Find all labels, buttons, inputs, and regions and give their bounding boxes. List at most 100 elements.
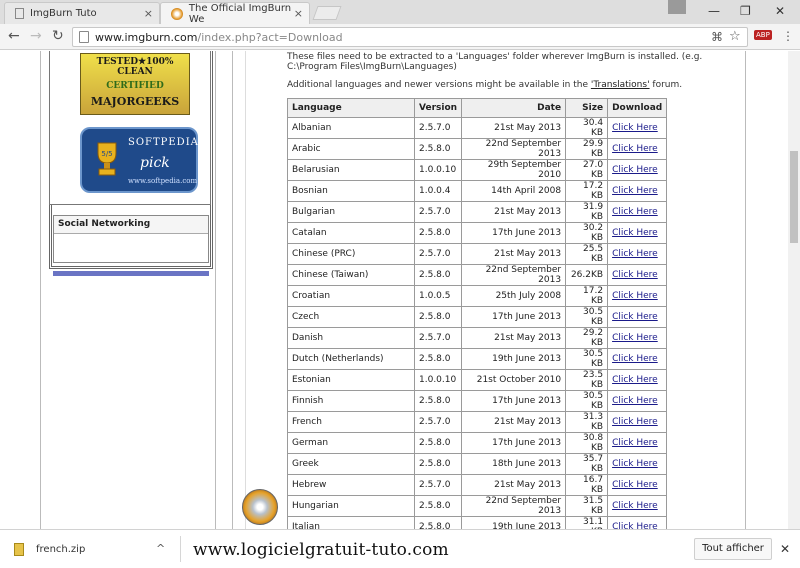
cell-date: 18th June 2013 — [461, 452, 567, 475]
cell-size: 30.5 KB — [565, 347, 609, 370]
tab-imgburn-tuto[interactable]: ImgBurn Tuto × — [4, 2, 160, 24]
softpedia-pick: pick — [140, 155, 170, 171]
cell-language: Hebrew — [287, 473, 415, 496]
click-here-link[interactable]: Click Here — [612, 270, 658, 280]
cell-size: 25.5 KB — [565, 242, 609, 265]
address-bar[interactable]: www.imgburn.com/index.php?act=Download ⌘… — [72, 27, 748, 47]
page-scrollbar[interactable] — [788, 51, 800, 529]
page-info-icon[interactable] — [79, 31, 89, 43]
tab-strip: ImgBurn Tuto × The Official ImgBurn We ×… — [0, 0, 800, 25]
cell-date: 17th June 2013 — [461, 431, 567, 454]
click-here-link[interactable]: Click Here — [612, 480, 658, 490]
click-here-link[interactable]: Click Here — [612, 312, 658, 322]
click-here-link[interactable]: Click Here — [612, 186, 658, 196]
table-row: French 2.5.7.0 21st May 2013 31.3 KB Click H… — [287, 410, 668, 433]
cell-size: 17.2 KB — [565, 179, 609, 202]
cell-version: 2.5.7.0 — [413, 473, 463, 496]
close-tab-icon[interactable]: × — [144, 7, 153, 20]
cell-size: 26.2KB — [565, 263, 609, 286]
col-download: Download — [607, 98, 668, 118]
cell-date: 22nd September 2013 — [461, 137, 567, 160]
show-all-button[interactable]: Tout afficher — [694, 538, 772, 560]
cell-download: Click Here — [607, 305, 668, 328]
shelf-separator — [180, 536, 181, 562]
cell-language: Estonian — [287, 368, 415, 391]
cell-download: Click Here — [607, 158, 668, 181]
click-here-link[interactable]: Click Here — [612, 459, 658, 469]
click-here-link[interactable]: Click Here — [612, 522, 658, 529]
languages-table-body: Albanian 2.5.7.0 21st May 2013 30.4 KB Click… — [287, 116, 668, 529]
click-here-link[interactable]: Click Here — [612, 123, 658, 133]
click-here-link[interactable]: Click Here — [612, 396, 658, 406]
scrollbar-thumb[interactable] — [790, 151, 798, 243]
translations-note-pre: Additional languages and newer versions … — [287, 80, 591, 90]
cell-version: 1.0.0.5 — [413, 284, 463, 307]
cell-date: 17th June 2013 — [461, 305, 567, 328]
back-icon[interactable]: ← — [8, 28, 20, 44]
star-icon[interactable]: ☆ — [729, 29, 741, 44]
translations-link[interactable]: 'Translations' — [591, 80, 650, 90]
table-row: Finnish 2.5.8.0 17th June 2013 30.5 KB Click… — [287, 389, 668, 412]
cell-language: Greek — [287, 452, 415, 475]
reload-icon[interactable]: ↻ — [52, 28, 64, 44]
cell-size: 27.0 KB — [565, 158, 609, 181]
click-here-link[interactable]: Click Here — [612, 144, 658, 154]
menu-icon[interactable]: ⋮ — [782, 29, 794, 43]
cell-version: 2.5.8.0 — [413, 137, 463, 160]
click-here-link[interactable]: Click Here — [612, 438, 658, 448]
cell-size: 31.1 KB — [565, 515, 609, 529]
click-here-link[interactable]: Click Here — [612, 207, 658, 217]
click-here-link[interactable]: Click Here — [612, 291, 658, 301]
tab-official-imgburn[interactable]: The Official ImgBurn We × — [160, 2, 310, 25]
table-row: Italian2.5.8.019th June 201331.1 KBClick… — [287, 515, 668, 529]
download-options-chevron-icon[interactable]: ^ — [156, 542, 165, 555]
restore-icon[interactable]: ❐ — [740, 4, 751, 18]
close-tab-icon[interactable]: × — [294, 7, 303, 20]
click-here-link[interactable]: Click Here — [612, 333, 658, 343]
imgburn-disc-logo-icon — [242, 489, 278, 525]
click-here-link[interactable]: Click Here — [612, 249, 658, 259]
majorgeeks-badge[interactable]: TESTED★100% CLEAN CERTIFIED MAJORGEEKS — [80, 53, 190, 115]
softpedia-badge[interactable]: 5/5 SOFTPEDIA pick www.softpedia.com — [80, 127, 198, 193]
translate-icon[interactable]: ⌘ — [711, 30, 723, 44]
cell-download: Click Here — [607, 200, 668, 223]
click-here-link[interactable]: Click Here — [612, 228, 658, 238]
click-here-link[interactable]: Click Here — [612, 417, 658, 427]
cell-date: 22nd September 2013 — [461, 494, 567, 517]
cell-size: 23.5 KB — [565, 368, 609, 391]
table-row: Chinese (PRC) 2.5.7.0 21st May 2013 25.5 KB… — [287, 242, 668, 265]
cell-version: 1.0.0.10 — [413, 368, 463, 391]
column-gutter — [232, 51, 246, 529]
majorgeeks-line2: CERTIFIED — [106, 81, 164, 91]
profile-icon[interactable] — [668, 0, 686, 14]
click-here-link[interactable]: Click Here — [612, 165, 658, 175]
close-window-icon[interactable]: ✕ — [775, 4, 785, 18]
cell-size: 29.2 KB — [565, 326, 609, 349]
cell-size: 16.7 KB — [565, 473, 609, 496]
click-here-link[interactable]: Click Here — [612, 375, 658, 385]
col-language: Language — [287, 98, 415, 118]
cell-language: Croatian — [287, 284, 415, 307]
table-header-row: Language Version Date Size Download — [287, 98, 668, 118]
cell-version: 2.5.7.0 — [413, 116, 463, 139]
table-row: Belarusian 1.0.0.10 29th September 2010 27.… — [287, 158, 668, 181]
social-networking-header: Social Networking — [54, 216, 208, 234]
download-item[interactable]: french.zip — [14, 543, 85, 556]
click-here-link[interactable]: Click Here — [612, 354, 658, 364]
cell-language: Hungarian — [287, 494, 415, 517]
click-here-link[interactable]: Click Here — [612, 501, 658, 511]
cell-download: Click Here — [607, 116, 668, 139]
languages-table: Language Version Date Size Download Alba… — [287, 98, 668, 529]
softpedia-name: SOFTPEDIA — [128, 137, 199, 148]
forward-icon[interactable]: → — [30, 28, 42, 44]
table-row: Catalan 2.5.8.0 17th June 2013 30.2 KB Click… — [287, 221, 668, 244]
cell-date: 22nd September 2013 — [461, 263, 567, 286]
new-tab-button[interactable] — [312, 6, 342, 20]
majorgeeks-line3: MAJORGEEKS — [90, 95, 180, 108]
table-row: Greek 2.5.8.0 18th June 2013 35.7 KB Click H… — [287, 452, 668, 475]
cell-language: Italian — [287, 515, 415, 529]
adblock-extension-icon[interactable]: ABP — [754, 30, 772, 40]
cell-version: 2.5.8.0 — [413, 347, 463, 370]
minimize-icon[interactable]: — — [708, 4, 720, 18]
close-shelf-icon[interactable]: ✕ — [780, 542, 790, 556]
